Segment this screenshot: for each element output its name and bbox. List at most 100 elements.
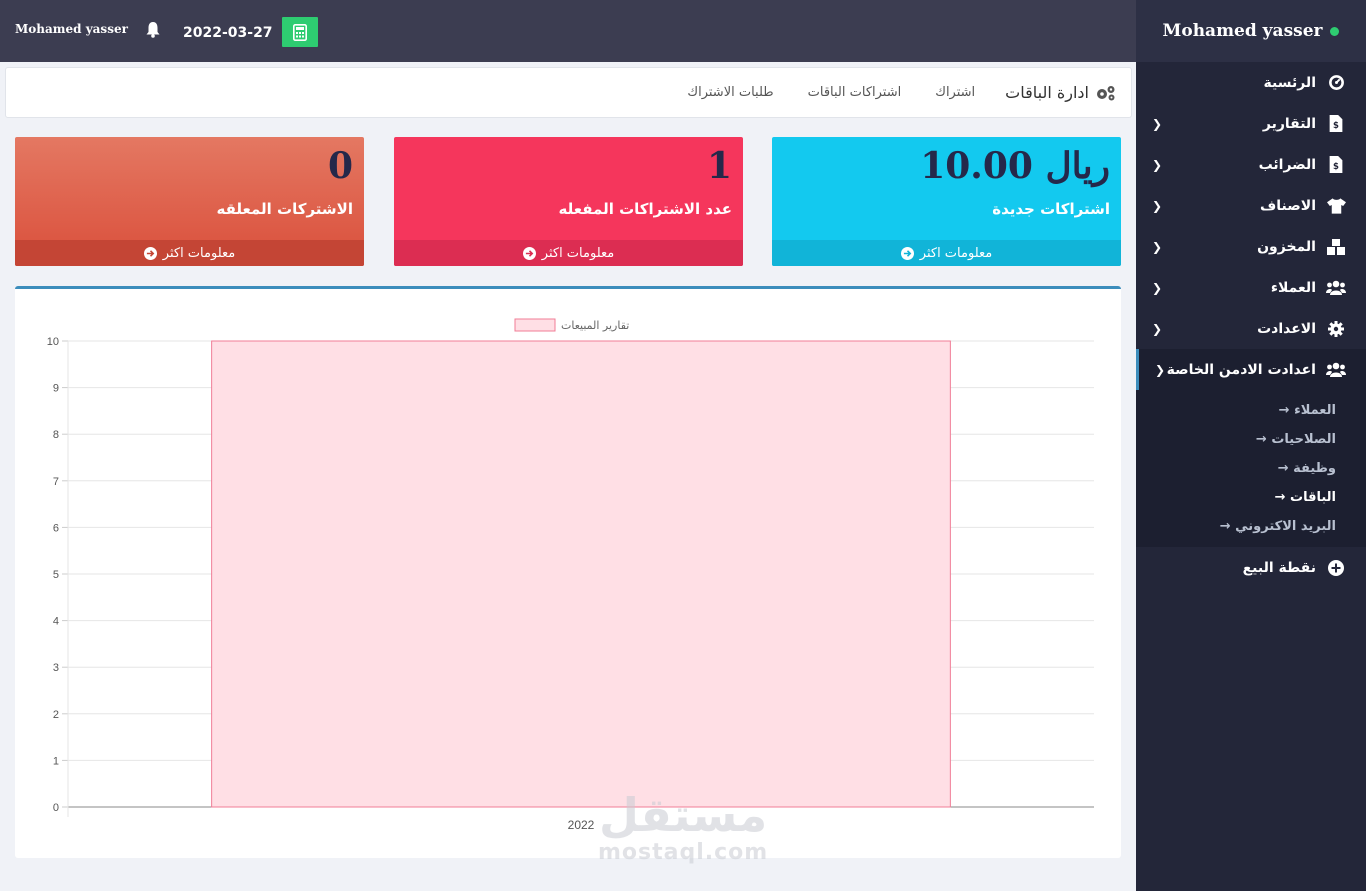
arrow-right-icon: →: [1278, 403, 1290, 418]
nav-link-package-subscriptions[interactable]: اشتراكات الباقات: [808, 85, 902, 100]
sidebar-item-label: التقارير: [1262, 115, 1316, 132]
stat-label: الاشتركات المعلقه: [216, 200, 353, 218]
sidebar-item-label: اعدادت الادمن الخاصة: [1166, 361, 1316, 378]
more-info-text: معلومات اكثر: [541, 245, 615, 261]
gear-icon: [1326, 319, 1346, 339]
stat-card-suspended-subscriptions: 0 الاشتركات المعلقه معلومات اكثر: [15, 137, 364, 266]
arrow-circle-right-icon: [522, 246, 536, 260]
stat-label: اشتراكات جديدة: [992, 200, 1110, 218]
submenu-item-label: البريد الاكتروني: [1235, 519, 1336, 534]
stat-value: 0: [327, 145, 353, 187]
arrow-circle-right-icon: [143, 246, 157, 260]
sidebar-item-categories[interactable]: الاصناف ❮: [1136, 185, 1366, 226]
calculator-button[interactable]: [282, 17, 318, 47]
y-tick-label: 6: [53, 522, 59, 534]
submenu-item-customers[interactable]: العملاء →: [1136, 396, 1366, 425]
sidebar-item-label: المخزون: [1257, 238, 1316, 255]
arrow-right-icon: →: [1277, 461, 1289, 476]
submenu-item-job[interactable]: وظيفة →: [1136, 454, 1366, 483]
sidebar-item-customers[interactable]: العملاء ❮: [1136, 267, 1366, 308]
y-tick-label: 3: [53, 662, 59, 674]
chevron-left-icon: ❮: [1151, 280, 1162, 295]
bar: [211, 340, 951, 808]
y-tick-label: 5: [53, 569, 59, 581]
sidebar-item-taxes[interactable]: $ الضرائب ❮: [1136, 144, 1366, 185]
more-info-link[interactable]: معلومات اكثر: [394, 240, 743, 266]
svg-text:$: $: [1333, 121, 1339, 131]
sidebar-item-label: نقطة البيع: [1242, 559, 1316, 576]
users-icon: [1326, 278, 1346, 298]
sidebar-item-inventory[interactable]: المخزون ❮: [1136, 226, 1366, 267]
calculator-icon: [293, 23, 307, 41]
dashboard-icon: [1326, 73, 1346, 93]
y-tick-label: 9: [53, 383, 59, 395]
current-date: 2022-03-27: [183, 25, 273, 41]
sidebar-item-label: الاصناف: [1260, 197, 1316, 214]
more-info-text: معلومات اكثر: [919, 245, 993, 261]
top-bar: Mohamed yasser 2022-03-27: [0, 0, 1136, 62]
sidebar-item-admin-settings[interactable]: اعدادت الادمن الخاصة ❮: [1136, 349, 1366, 390]
sidebar-user-name: Mohamed yasser: [1162, 21, 1323, 41]
bell-icon[interactable]: [146, 22, 162, 38]
y-tick-label: 2: [53, 709, 59, 721]
chevron-left-icon: ❮: [1151, 157, 1162, 172]
page-nav: ادارة الباقات اشتراك اشتراكات الباقات طل…: [5, 67, 1132, 118]
sidebar-item-home[interactable]: الرئسية: [1136, 62, 1366, 103]
sidebar-item-settings[interactable]: الاعدادت ❮: [1136, 308, 1366, 349]
nav-link-subscription-requests[interactable]: طلبات الاشتراك: [687, 85, 773, 100]
arrow-right-icon: →: [1219, 519, 1231, 534]
more-info-text: معلومات اكثر: [162, 245, 236, 261]
submenu-item-email[interactable]: البريد الاكتروني →: [1136, 512, 1366, 541]
topbar-user-name[interactable]: Mohamed yasser: [15, 22, 128, 36]
y-tick-label: 7: [53, 476, 59, 488]
chevron-left-icon: ❮: [1151, 239, 1162, 254]
watermark-latin: mostaql.com: [598, 840, 769, 865]
sidebar-item-label: الرئسية: [1263, 74, 1316, 91]
nav-link-subscribe[interactable]: اشتراك: [935, 85, 975, 100]
stat-card-new-subscriptions: ريال 10.00 اشتراكات جديدة معلومات اكثر: [772, 137, 1121, 266]
sidebar: Mohamed yasser الرئسية $ التقارير ❮ $ ال…: [1136, 0, 1366, 891]
arrow-circle-right-icon: [900, 246, 914, 260]
users-icon: [1326, 360, 1346, 380]
chevron-left-icon: ❮: [1151, 198, 1162, 213]
page-title-text: ادارة الباقات: [1005, 83, 1089, 102]
y-tick-label: 10: [47, 336, 59, 348]
watermark: مستقل mostaql.com: [598, 790, 768, 865]
online-status-dot: [1330, 26, 1340, 36]
more-info-link[interactable]: معلومات اكثر: [772, 240, 1121, 266]
stat-card-active-subscriptions: 1 عدد الاشتراكات المفعله معلومات اكثر: [394, 137, 743, 266]
stat-label: عدد الاشتراكات المفعله: [558, 200, 732, 218]
stat-value: 1: [706, 145, 732, 187]
file-invoice-icon: $: [1326, 155, 1346, 175]
chevron-left-icon: ❮: [1151, 321, 1162, 336]
sales-chart: 0 1 2 3 4 5 6 7 8 9 10 2022 تقارير المبيعات: [47, 318, 1094, 832]
file-invoice-icon: $: [1326, 114, 1346, 134]
y-tick-label: 4: [53, 616, 59, 628]
legend-swatch: [514, 318, 556, 332]
submenu-item-packages[interactable]: الباقات →: [1136, 483, 1366, 512]
sidebar-item-pos[interactable]: نقطة البيع: [1136, 547, 1366, 588]
page-title: ادارة الباقات: [1005, 83, 1117, 102]
submenu-item-label: الباقات: [1290, 490, 1336, 505]
chevron-left-icon: ❮: [1151, 116, 1162, 131]
sidebar-item-label: الضرائب: [1258, 156, 1316, 173]
submenu-item-label: الصلاحيات: [1271, 432, 1336, 447]
tshirt-icon: [1326, 196, 1346, 216]
arrow-right-icon: →: [1274, 490, 1286, 505]
watermark-arabic: مستقل: [599, 788, 768, 842]
sidebar-item-label: العملاء: [1270, 279, 1316, 296]
legend-label: تقارير المبيعات: [561, 319, 629, 332]
svg-text:$: $: [1333, 162, 1339, 172]
sidebar-brand: Mohamed yasser: [1136, 0, 1366, 62]
submenu-item-label: وظيفة: [1293, 461, 1336, 476]
submenu-item-permissions[interactable]: الصلاحيات →: [1136, 425, 1366, 454]
sidebar-menu: الرئسية $ التقارير ❮ $ الضرائب ❮ الاصناف…: [1136, 62, 1366, 390]
y-tick-label: 1: [53, 755, 59, 767]
sidebar-item-label: الاعدادت: [1257, 320, 1316, 337]
admin-submenu: العملاء → الصلاحيات → وظيفة → الباقات → …: [1136, 390, 1366, 547]
x-tick-label: 2022: [568, 818, 595, 832]
more-info-link[interactable]: معلومات اكثر: [15, 240, 364, 266]
plus-circle-icon: [1326, 558, 1346, 578]
sidebar-item-reports[interactable]: $ التقارير ❮: [1136, 103, 1366, 144]
cogs-icon: [1097, 85, 1115, 100]
